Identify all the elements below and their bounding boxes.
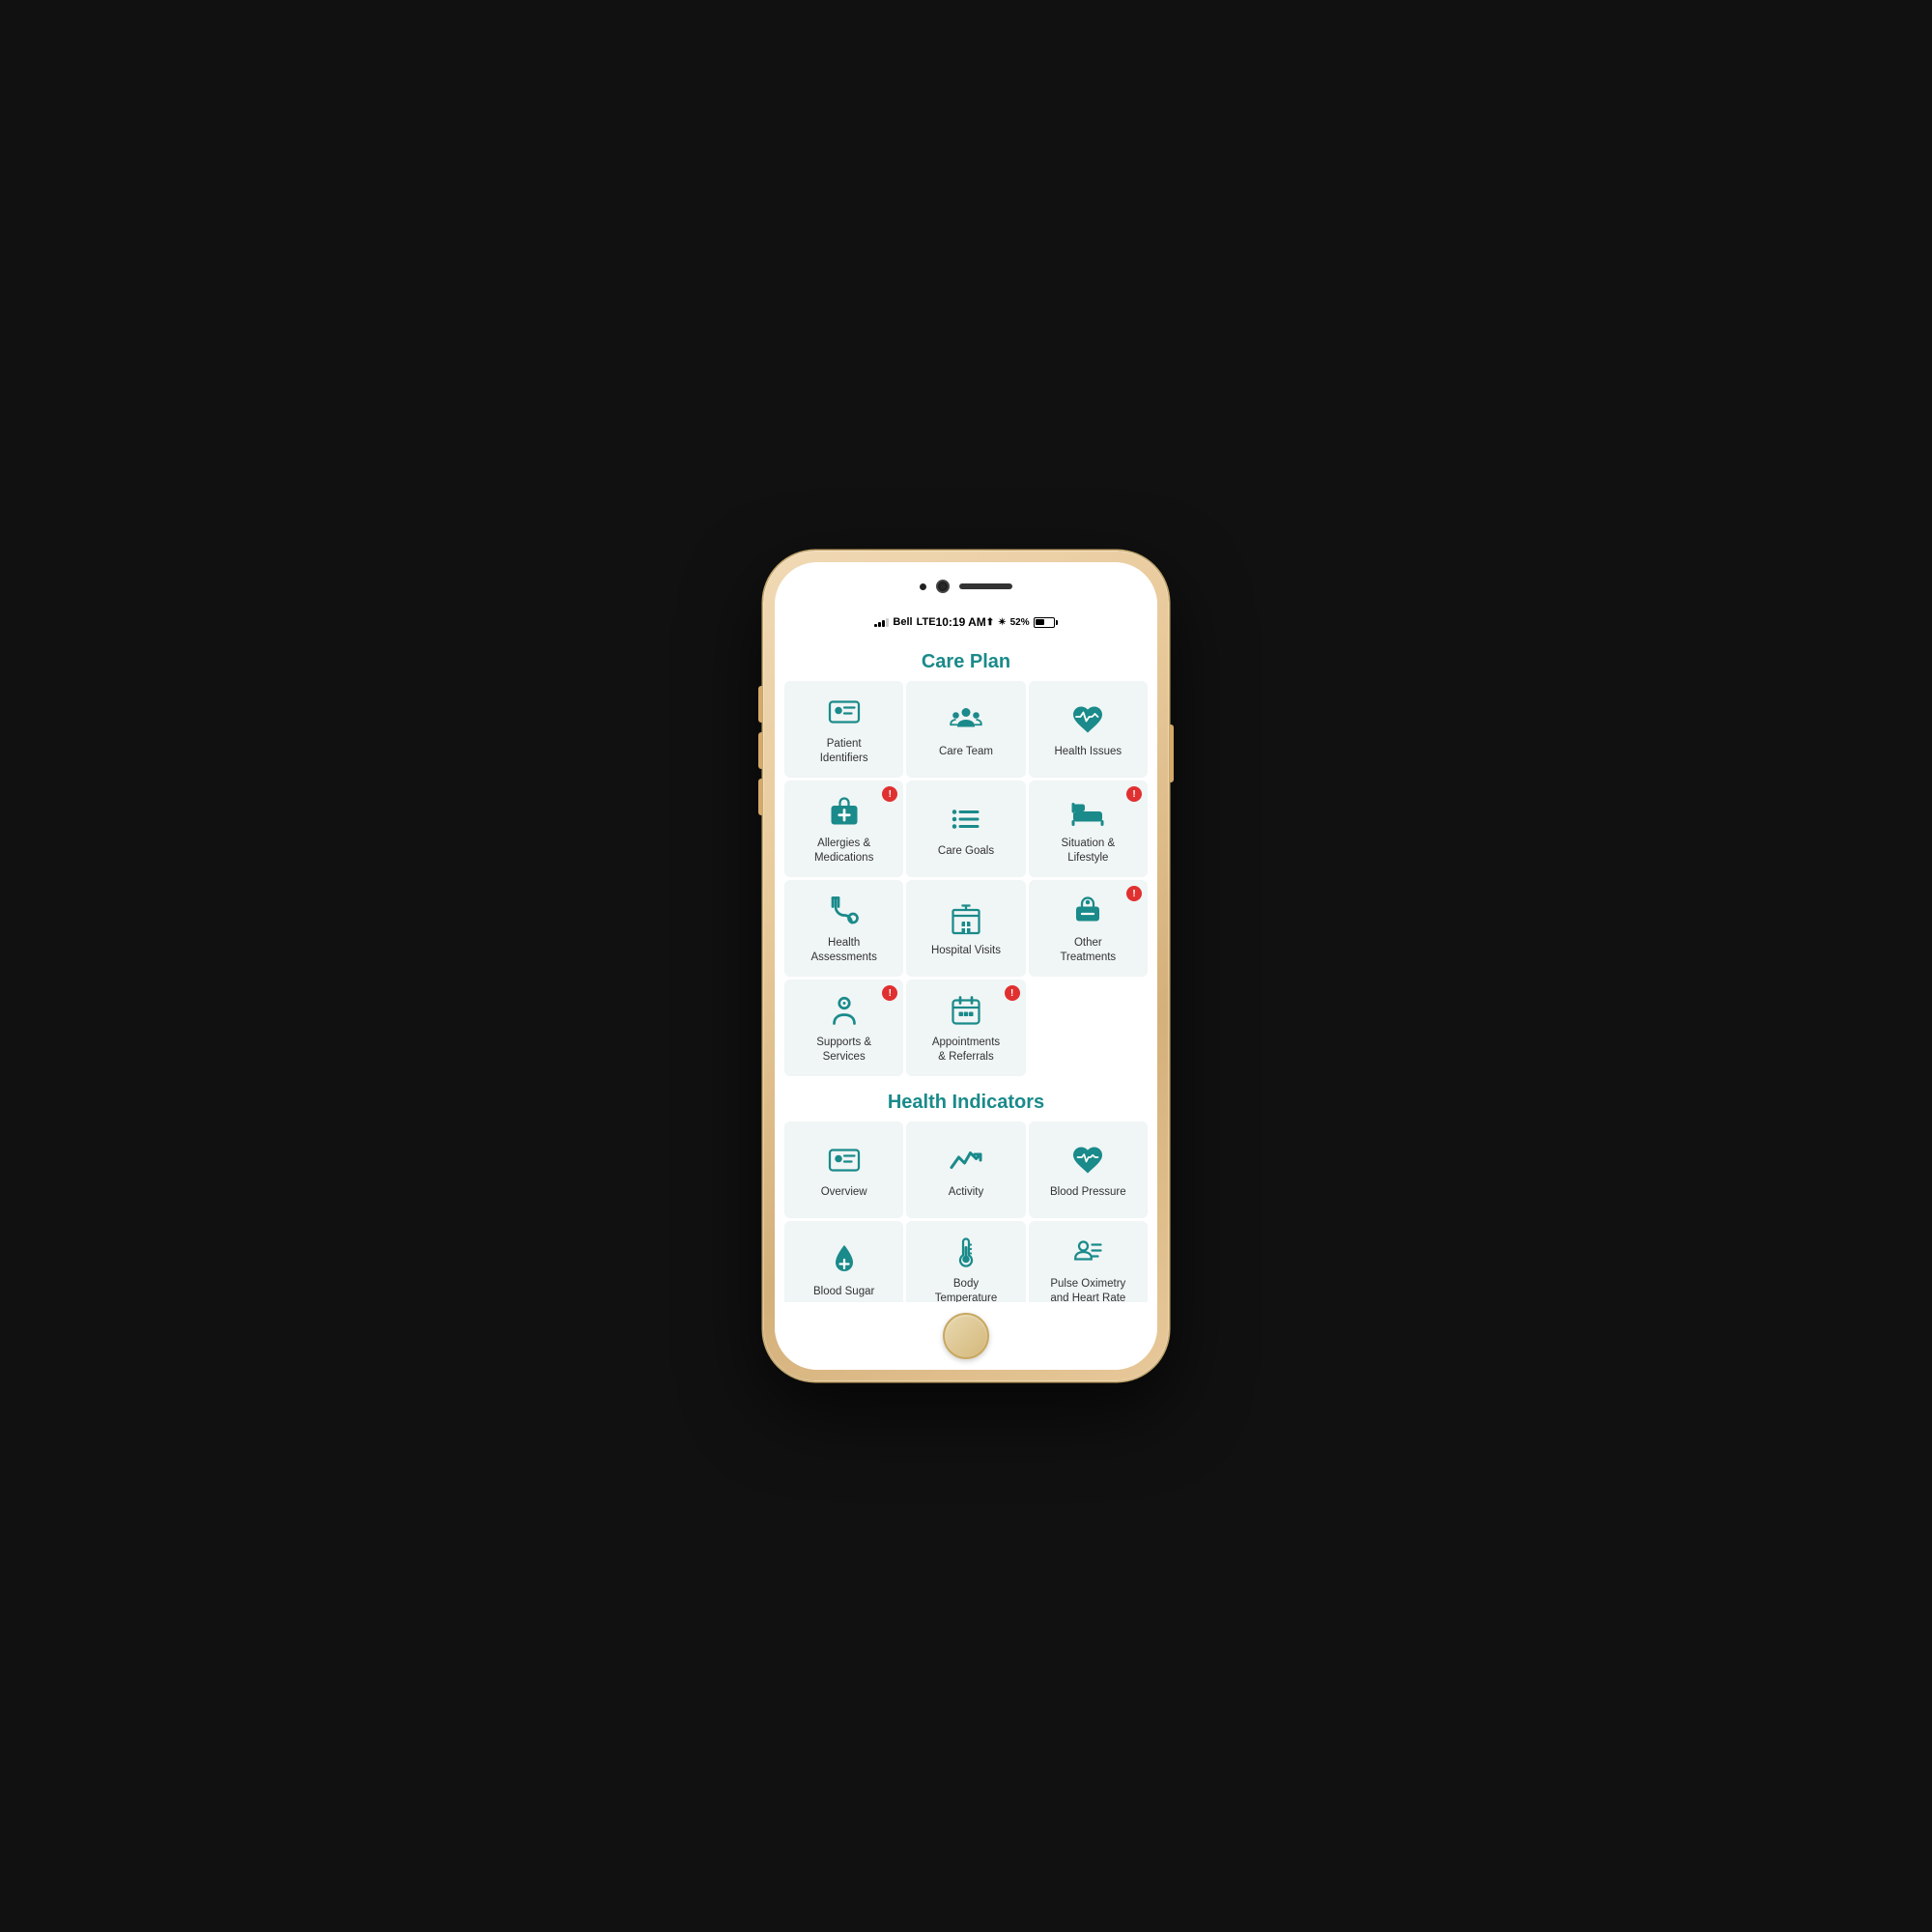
hospital-visits-item[interactable]: Hospital Visits	[906, 880, 1025, 977]
stethoscope-icon	[827, 894, 862, 928]
phone-frame: Bell LTE 10:19 AM ⬆ ✴ 52%	[763, 551, 1169, 1381]
care-team-item[interactable]: Care Team	[906, 681, 1025, 778]
id-card-icon	[827, 695, 862, 729]
patient-identifiers-label: PatientIdentifiers	[820, 737, 868, 766]
supports-badge: !	[882, 985, 897, 1001]
support-icon	[827, 993, 862, 1028]
other-treatments-label: OtherTreatments	[1060, 936, 1116, 965]
pulse-oximetry-item[interactable]: Pulse Oximetryand Heart Rate	[1029, 1221, 1148, 1302]
health-indicators-grid: Overview Activity Blood Pres	[775, 1122, 1157, 1302]
calendar-icon	[949, 993, 983, 1028]
pulse-oximetry-label: Pulse Oximetryand Heart Rate	[1050, 1277, 1125, 1302]
heart-pulse-icon	[1070, 702, 1105, 737]
supports-services-item[interactable]: ! Supports &Services	[784, 980, 903, 1076]
supports-services-label: Supports &Services	[816, 1036, 871, 1065]
care-team-label: Care Team	[939, 745, 993, 759]
battery-icon	[1034, 617, 1058, 628]
blood-pressure-icon	[1070, 1143, 1105, 1178]
overview-item[interactable]: Overview	[784, 1122, 903, 1218]
body-temperature-item[interactable]: BodyTemperature	[906, 1221, 1025, 1302]
thermometer-icon	[949, 1235, 983, 1269]
other-treatments-item[interactable]: ! OtherTreatments	[1029, 880, 1148, 977]
pulse-ox-icon	[1070, 1235, 1105, 1269]
health-assessments-item[interactable]: HealthAssessments	[784, 880, 903, 977]
health-assessments-label: HealthAssessments	[810, 936, 876, 965]
patient-identifiers-item[interactable]: PatientIdentifiers	[784, 681, 903, 778]
overview-label: Overview	[821, 1185, 867, 1200]
hospital-icon	[949, 901, 983, 936]
bluetooth-icon: ✴	[998, 617, 1006, 628]
status-bar: Bell LTE 10:19 AM ⬆ ✴ 52%	[857, 611, 1074, 634]
hospital-visits-label: Hospital Visits	[931, 944, 1001, 958]
blood-sugar-item[interactable]: Blood Sugar	[784, 1221, 903, 1302]
status-left: Bell LTE	[874, 616, 935, 628]
camera-area	[920, 580, 1012, 593]
sensor	[920, 583, 926, 590]
care-plan-grid: PatientIdentifiers Care Team	[775, 681, 1157, 1080]
appointments-badge: !	[1005, 985, 1020, 1001]
location-icon: ⬆	[986, 617, 994, 628]
empty-cell	[1029, 980, 1148, 1076]
overview-icon	[827, 1143, 862, 1178]
allergies-medications-item[interactable]: ! Allergies &Medications	[784, 781, 903, 877]
care-goals-item[interactable]: Care Goals	[906, 781, 1025, 877]
treatments-badge: !	[1126, 886, 1142, 901]
home-button[interactable]	[943, 1313, 989, 1359]
medical-bag-icon	[827, 794, 862, 829]
camera-lens	[936, 580, 950, 593]
home-button-area	[775, 1302, 1157, 1370]
situation-badge: !	[1126, 786, 1142, 802]
health-issues-item[interactable]: Health Issues	[1029, 681, 1148, 778]
signal-icon	[874, 617, 889, 627]
health-indicators-title: Health Indicators	[775, 1080, 1157, 1122]
blood-pressure-label: Blood Pressure	[1050, 1185, 1126, 1200]
appointments-referrals-item[interactable]: ! Appointments& Referrals	[906, 980, 1025, 1076]
phone-screen: Bell LTE 10:19 AM ⬆ ✴ 52%	[775, 562, 1157, 1370]
speaker	[959, 583, 1012, 589]
battery-percentage: 52%	[1010, 617, 1030, 628]
blood-sugar-icon	[827, 1242, 862, 1277]
situation-lifestyle-label: Situation &Lifestyle	[1062, 837, 1116, 866]
blood-pressure-item[interactable]: Blood Pressure	[1029, 1122, 1148, 1218]
appointments-referrals-label: Appointments& Referrals	[932, 1036, 1000, 1065]
blood-sugar-label: Blood Sugar	[813, 1285, 874, 1299]
allergies-medications-label: Allergies &Medications	[814, 837, 873, 866]
list-icon	[949, 802, 983, 837]
status-right: ⬆ ✴ 52%	[986, 617, 1058, 628]
screen-content: Care Plan PatientIdentifiers	[775, 639, 1157, 1302]
activity-label: Activity	[949, 1185, 983, 1200]
care-goals-label: Care Goals	[938, 844, 994, 859]
bed-icon	[1070, 794, 1105, 829]
care-team-icon	[949, 702, 983, 737]
phone-top-hardware: Bell LTE 10:19 AM ⬆ ✴ 52%	[775, 562, 1157, 639]
activity-item[interactable]: Activity	[906, 1122, 1025, 1218]
care-plan-title: Care Plan	[775, 639, 1157, 681]
body-temperature-label: BodyTemperature	[935, 1277, 998, 1302]
health-issues-label: Health Issues	[1054, 745, 1122, 759]
situation-lifestyle-item[interactable]: ! Situation &Lifestyle	[1029, 781, 1148, 877]
carrier-label: Bell	[893, 616, 912, 628]
network-label: LTE	[917, 616, 936, 628]
time-display: 10:19 AM	[936, 615, 986, 629]
allergies-badge: !	[882, 786, 897, 802]
activity-icon	[949, 1143, 983, 1178]
treatment-icon	[1070, 894, 1105, 928]
